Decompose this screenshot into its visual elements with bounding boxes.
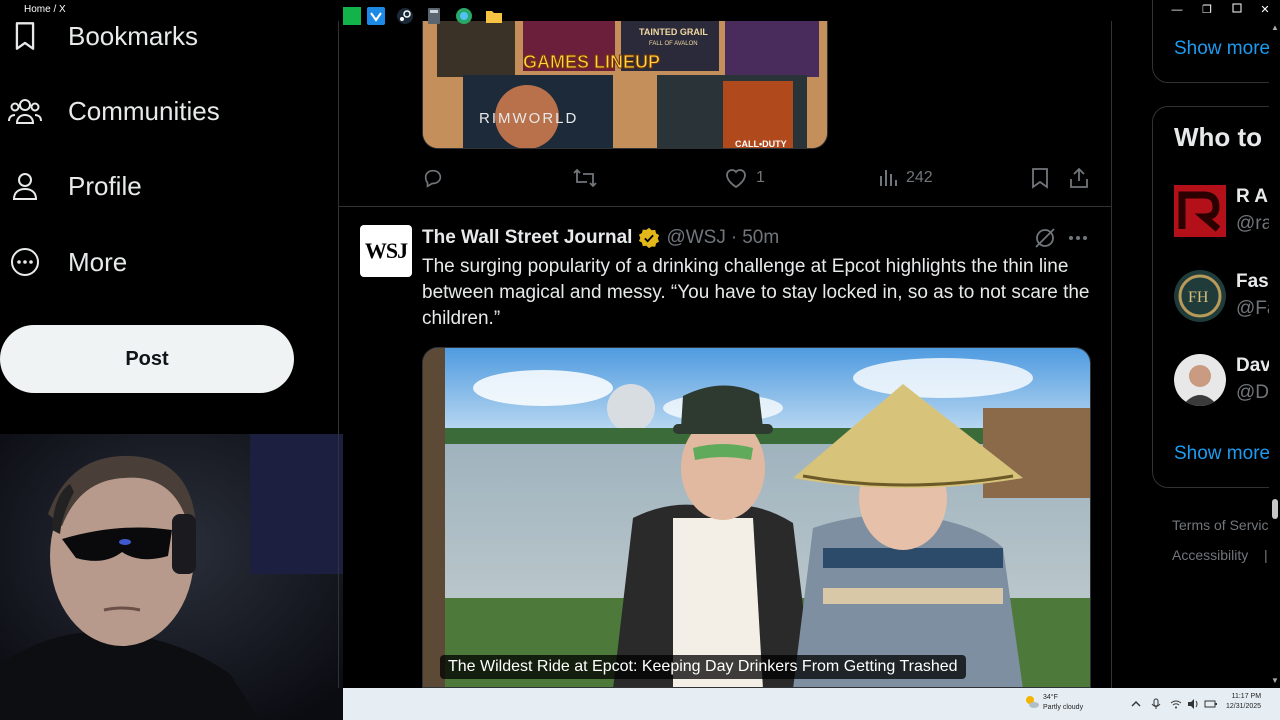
profile-icon <box>8 169 42 203</box>
nav-label: More <box>68 246 128 277</box>
tweet-timestamp[interactable]: 50m <box>742 227 779 249</box>
author-name[interactable]: The Wall Street Journal <box>422 227 632 249</box>
views-icon <box>880 170 897 186</box>
bookmark-icon <box>1032 168 1048 189</box>
accessibility-link[interactable]: Accessibility <box>1172 547 1248 563</box>
suggestion-name[interactable]: R A <box>1236 186 1268 208</box>
tainted-grail-sub: FALL OF AVALON <box>649 41 698 47</box>
avatar[interactable]: WSJ <box>360 225 412 277</box>
tweet-media-photo[interactable] <box>422 347 1091 688</box>
nav-item-profile[interactable]: Profile <box>8 164 142 208</box>
view-count: 242 <box>906 169 933 186</box>
webcam-overlay <box>0 434 343 720</box>
heart-icon <box>726 169 746 189</box>
file-explorer-icon[interactable] <box>485 7 503 25</box>
like-button[interactable]: 1 <box>724 166 765 190</box>
browser-icon[interactable] <box>455 7 473 25</box>
nav-label: Communities <box>68 95 220 126</box>
suggestion-handle: @ra <box>1236 213 1273 234</box>
nav-item-more[interactable]: More <box>8 240 127 284</box>
wifi-icon[interactable] <box>1170 697 1182 709</box>
svg-text:FH: FH <box>1188 289 1209 306</box>
nav-item-bookmarks[interactable]: Bookmarks <box>8 14 198 58</box>
page-scrollbar[interactable]: ▲ ▼ <box>1269 21 1280 688</box>
battery-icon[interactable] <box>1204 697 1217 709</box>
show-more-link[interactable]: Show more <box>1174 38 1270 60</box>
repost-icon <box>573 168 597 188</box>
clock-date: 12/31/2025 <box>1226 703 1262 710</box>
cod-text: CALL•DUTY <box>735 139 787 149</box>
show-more-link[interactable]: Show more <box>1174 443 1270 465</box>
who-to-follow-title: Who to <box>1174 122 1263 152</box>
separator-dot: · <box>730 227 738 248</box>
column-border <box>338 21 339 688</box>
tweet-text: The surging popularity of a drinking cha… <box>422 256 1090 329</box>
microphone-icon[interactable] <box>1150 697 1162 709</box>
verified-badge-icon <box>638 227 660 249</box>
bookmark-button[interactable] <box>1030 166 1050 190</box>
tweet-separator <box>339 206 1111 207</box>
app-icon[interactable] <box>343 7 361 25</box>
footer-divider: | <box>1264 547 1268 563</box>
share-button[interactable] <box>1068 166 1090 190</box>
nav-item-communities[interactable]: Communities <box>8 89 220 133</box>
avatar[interactable] <box>1174 185 1226 237</box>
reply-button[interactable] <box>422 166 444 190</box>
nav-label: Bookmarks <box>68 20 199 51</box>
avatar[interactable]: FH <box>1174 270 1226 322</box>
chevron-up-icon[interactable] <box>1130 697 1142 709</box>
clock-time: 11:17 PM <box>1231 693 1262 700</box>
suggestion-name[interactable]: Fas <box>1236 271 1269 293</box>
games-lineup-text: GAMES LINEUP <box>523 52 660 72</box>
calculator-icon[interactable] <box>425 7 443 25</box>
author-handle[interactable]: @WSJ <box>666 227 725 249</box>
reply-icon <box>424 169 442 188</box>
terms-link[interactable]: Terms of Servic <box>1172 517 1268 533</box>
speaker-icon[interactable] <box>1187 697 1199 709</box>
repost-button[interactable] <box>572 166 598 190</box>
media-caption: The Wildest Ride at Epcot: Keeping Day D… <box>440 655 966 679</box>
nav-label: Profile <box>68 170 142 201</box>
steam-icon[interactable] <box>396 7 414 25</box>
taskbar-clock[interactable]: 11:17 PM 12/31/2025 <box>1226 692 1261 712</box>
tweet-header: The Wall Street Journal @WSJ · 50m <box>422 226 779 250</box>
suggestion-name[interactable]: Dav <box>1236 355 1271 377</box>
weather-desc: Partly cloudy <box>1043 704 1084 711</box>
communities-icon <box>8 94 42 128</box>
twitter-app-icon[interactable] <box>367 7 385 25</box>
rimworld-text: RIMWORLD <box>479 110 578 127</box>
bookmark-icon <box>8 19 42 53</box>
column-border <box>1111 21 1112 688</box>
views-button[interactable]: 242 <box>878 166 933 190</box>
grok-icon[interactable] <box>1033 226 1057 250</box>
share-icon <box>1070 167 1088 188</box>
like-count: 1 <box>756 169 765 186</box>
scrollbar-thumb[interactable] <box>1272 499 1278 519</box>
tainted-grail-text: TAINTED GRAIL <box>639 27 708 37</box>
weather-icon[interactable] <box>1024 694 1040 710</box>
weather-temp: 34°F <box>1043 694 1058 701</box>
more-circle-icon <box>8 245 42 279</box>
scroll-up-icon[interactable]: ▲ <box>1271 23 1279 32</box>
avatar[interactable] <box>1174 354 1226 406</box>
post-button[interactable]: Post <box>0 325 294 393</box>
more-options-icon[interactable] <box>1066 226 1090 250</box>
tweet-media-games[interactable]: TAINTED GRAIL FALL OF AVALON GAMES LINEU… <box>422 21 828 149</box>
weather-widget[interactable]: 34°F Partly cloudy <box>1043 693 1083 713</box>
scroll-down-icon[interactable]: ▼ <box>1271 676 1279 685</box>
